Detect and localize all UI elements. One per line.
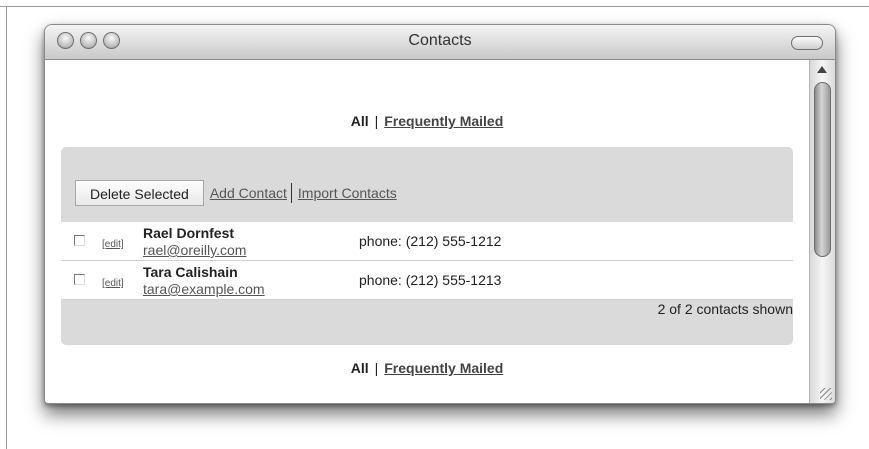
- contact-checkbox[interactable]: [74, 235, 85, 246]
- page-frame-left: [6, 6, 7, 449]
- contact-phone: phone: (212) 555-1213: [359, 272, 502, 288]
- scrollbar-thumb[interactable]: [814, 82, 831, 257]
- frequently-mailed-link[interactable]: Frequently Mailed: [384, 113, 503, 129]
- toolbar-toggle-icon[interactable]: [791, 36, 823, 50]
- vertical-scrollbar[interactable]: [809, 60, 835, 403]
- contact-name: Tara Calishain: [143, 264, 238, 280]
- page-frame-top: [0, 6, 869, 7]
- title-bar[interactable]: Contacts: [45, 25, 835, 60]
- bottom-nav: All | Frequently Mailed: [45, 360, 809, 376]
- contact-name: Rael Dornfest: [143, 225, 235, 241]
- contacts-list: [edit] Rael Dornfest rael@oreilly.com ph…: [61, 222, 793, 300]
- nav-separator: |: [374, 360, 379, 376]
- contacts-count-status: 2 of 2 contacts shown: [657, 301, 793, 317]
- window-content: All | Frequently Mailed Delete Selected Ad…: [45, 60, 809, 403]
- frequently-mailed-link[interactable]: Frequently Mailed: [384, 360, 503, 376]
- contacts-window: Contacts All | Frequently Mailed Delete Se…: [44, 24, 836, 404]
- contact-email-link[interactable]: tara@example.com: [143, 281, 265, 297]
- contact-phone: phone: (212) 555-1212: [359, 233, 502, 249]
- toolbar-divider: [290, 183, 292, 203]
- add-contact-link[interactable]: Add Contact: [210, 185, 287, 201]
- edit-link[interactable]: [edit]: [102, 239, 124, 250]
- arrow-up-icon[interactable]: [817, 66, 827, 73]
- import-contacts-link[interactable]: Import Contacts: [298, 185, 397, 201]
- contacts-toolbar: Delete Selected Add Contact Import Conta…: [75, 179, 397, 207]
- contact-row: [edit] Rael Dornfest rael@oreilly.com ph…: [61, 222, 793, 261]
- nav-all-label: All: [350, 113, 369, 129]
- contacts-panel: Delete Selected Add Contact Import Conta…: [61, 147, 793, 345]
- nav-all-label: All: [350, 360, 369, 376]
- contact-row: [edit] Tara Calishain tara@example.com p…: [61, 261, 793, 300]
- contact-checkbox[interactable]: [74, 274, 85, 285]
- window-title: Contacts: [408, 32, 472, 49]
- resize-grip-icon[interactable]: [820, 388, 832, 400]
- edit-link[interactable]: [edit]: [102, 278, 124, 289]
- top-nav: All | Frequently Mailed: [45, 113, 809, 129]
- delete-selected-button[interactable]: Delete Selected: [75, 180, 204, 206]
- nav-separator: |: [374, 113, 379, 129]
- contact-email-link[interactable]: rael@oreilly.com: [143, 242, 246, 258]
